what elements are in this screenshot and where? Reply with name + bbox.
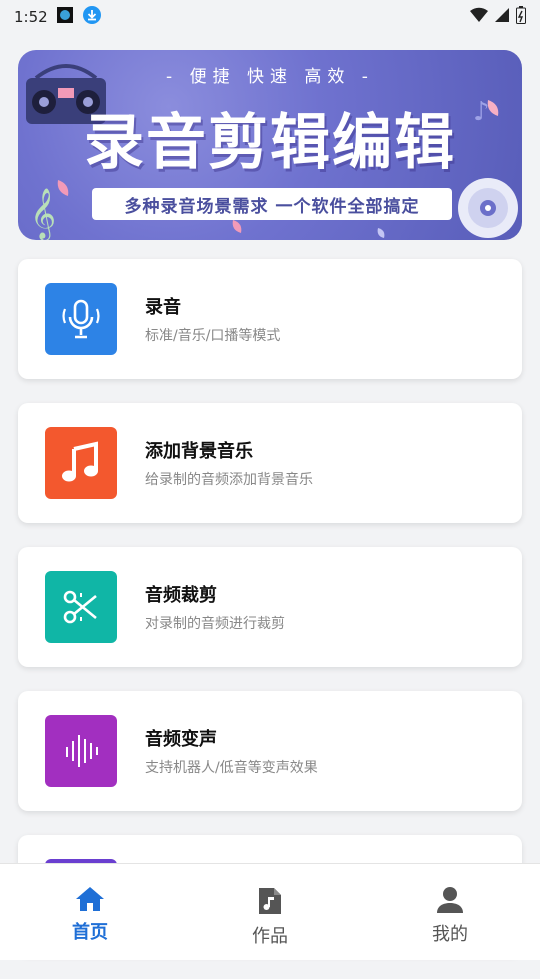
cd-icon: [458, 178, 518, 238]
audio-trim-card[interactable]: 音频裁剪 对录制的音频进行裁剪: [18, 547, 522, 667]
battery-icon: [516, 6, 526, 28]
nav-home[interactable]: 首页: [0, 864, 180, 960]
card-title: 录音: [145, 297, 181, 318]
download-icon: [82, 5, 102, 29]
person-icon: [437, 887, 463, 913]
card-title: 音频裁剪: [145, 585, 217, 606]
nav-works[interactable]: 作品: [180, 864, 360, 960]
record-card[interactable]: 录音 标准/音乐/口播等模式: [18, 259, 522, 379]
status-time: 1:52: [14, 8, 48, 26]
status-bar: 1:52: [0, 0, 540, 34]
wifi-icon: [470, 7, 488, 27]
music-file-icon: [259, 888, 281, 914]
sound-wave-icon: [45, 715, 117, 787]
promo-banner[interactable]: 𝄞 ♪ - 便捷 快速 高效 - 录音剪辑编辑 多种录音场景需求 一个软件全部搞…: [18, 50, 522, 240]
voice-changer-card[interactable]: 音频变声 支持机器人/低音等变声效果: [18, 691, 522, 811]
treble-clef-icon: 𝄞: [30, 188, 56, 240]
card-description: 标准/音乐/口播等模式: [145, 328, 281, 344]
card-title: 添加背景音乐: [145, 441, 253, 462]
nav-label: 我的: [432, 924, 468, 945]
card-description: 支持机器人/低音等变声效果: [145, 760, 318, 776]
add-bgm-card[interactable]: 添加背景音乐 给录制的音频添加背景音乐: [18, 403, 522, 523]
app-notification-icon: [56, 6, 74, 28]
card-description: 给录制的音频添加背景音乐: [145, 472, 313, 488]
nav-mine[interactable]: 我的: [360, 864, 540, 960]
banner-tagline: - 便捷 快速 高效 -: [166, 67, 374, 87]
home-icon: [76, 887, 104, 911]
music-note-icon: [45, 427, 117, 499]
nav-label: 作品: [252, 926, 288, 947]
scissors-icon: [45, 571, 117, 643]
card-title: 音频变声: [145, 729, 217, 750]
card-description: 对录制的音频进行裁剪: [145, 616, 285, 632]
bottom-navigation: 首页 作品 我的: [0, 863, 540, 960]
banner-title: 录音剪辑编辑: [84, 108, 456, 178]
signal-icon: [494, 7, 510, 27]
microphone-icon: [45, 283, 117, 355]
nav-label: 首页: [72, 922, 108, 943]
banner-subtitle: 多种录音场景需求 一个软件全部搞定: [92, 188, 452, 220]
